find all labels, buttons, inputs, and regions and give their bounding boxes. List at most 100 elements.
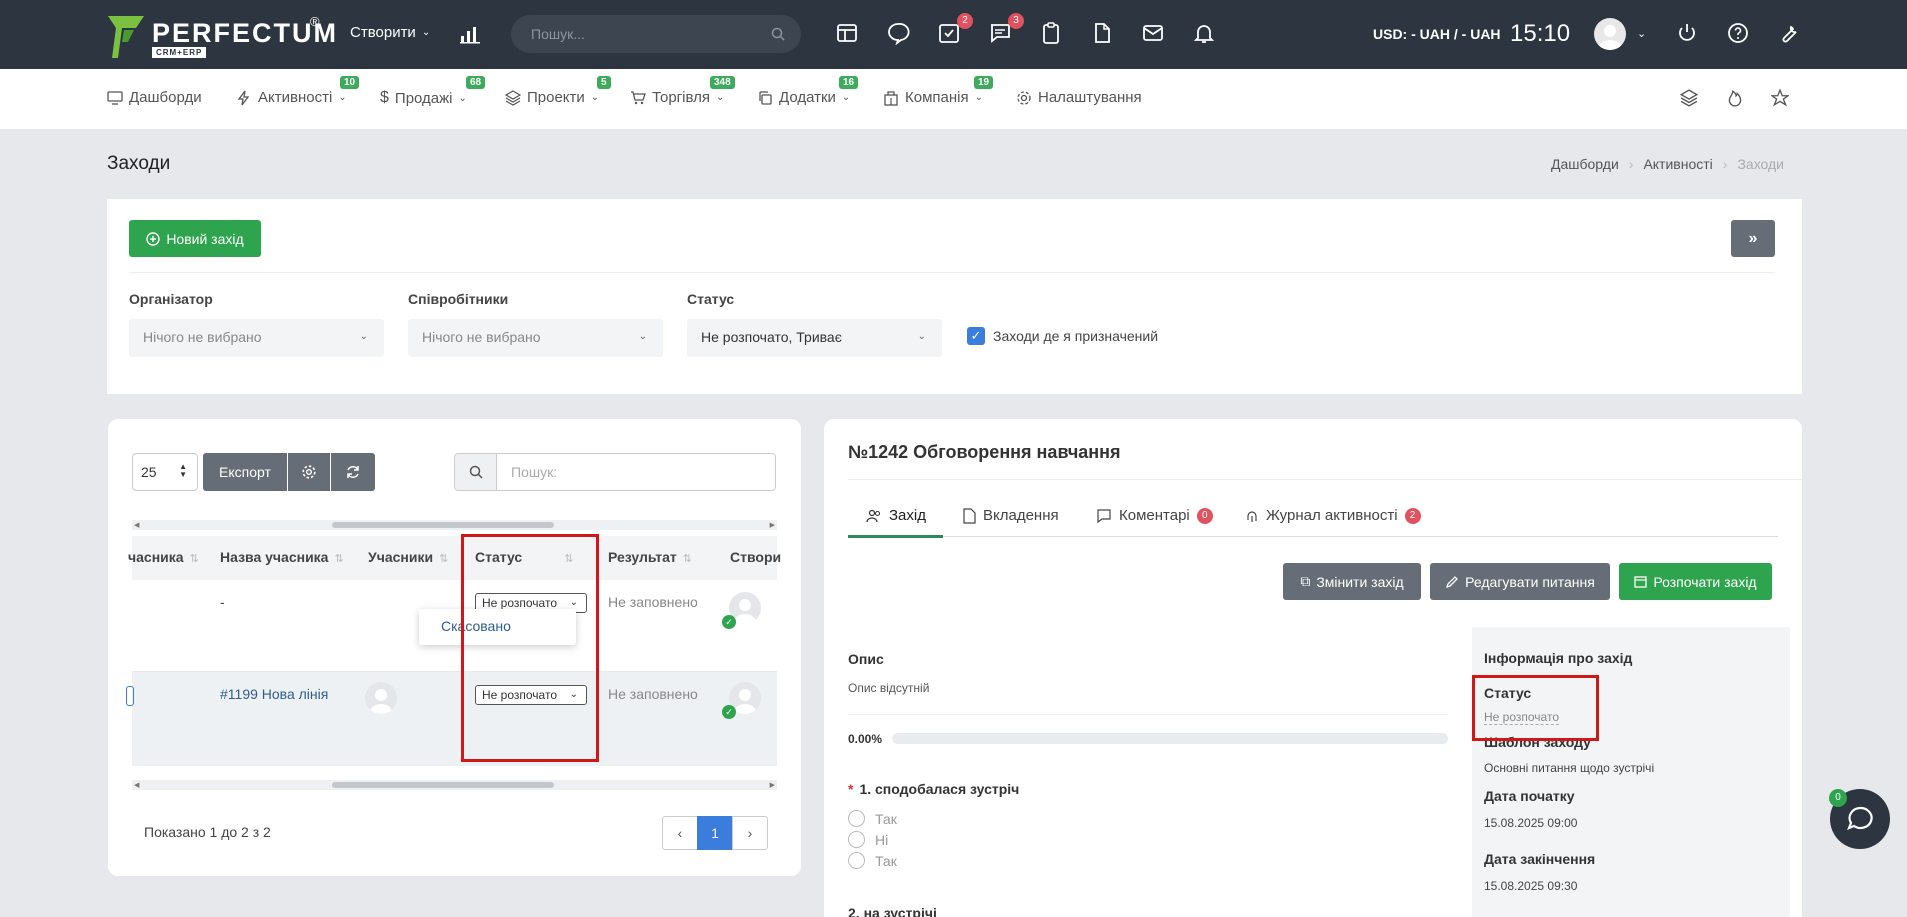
description-label: Опис xyxy=(848,651,884,667)
nav-item-dashboards[interactable]: Дашборди xyxy=(107,89,202,106)
event-title: №1242 Обговорення навчання xyxy=(848,442,1121,462)
pagination-next[interactable]: › xyxy=(732,816,768,850)
status-filter-select[interactable]: Не розпочато, Триває ⌄ xyxy=(687,319,942,357)
logo[interactable]: PERFECTUM ® CRM+ERP xyxy=(106,14,336,60)
help-icon[interactable] xyxy=(1726,21,1752,47)
layers-icon[interactable] xyxy=(1680,89,1698,107)
change-event-button[interactable]: ⧉ Змінити захід xyxy=(1283,563,1421,600)
nav-label: Продажі xyxy=(394,89,453,107)
start-event-button[interactable]: Розпочати захід xyxy=(1619,563,1772,600)
highlight-box xyxy=(461,534,599,762)
horizontal-scrollbar-bottom[interactable]: ◀ ▶ xyxy=(132,780,777,790)
scroll-right-icon[interactable]: ▶ xyxy=(770,521,775,529)
star-icon[interactable] xyxy=(1771,89,1789,107)
assigned-checkbox[interactable]: ✓ xyxy=(967,327,985,345)
nav-item-sales[interactable]: $ Продажі ⌄ 68 xyxy=(380,76,486,107)
nav-item-company[interactable]: Компанія ⌄ 19 xyxy=(883,76,994,106)
edit-questions-button[interactable]: Редагувати питання xyxy=(1430,563,1610,600)
breadcrumb-item[interactable]: Дашборди xyxy=(1551,156,1619,172)
bell-icon[interactable] xyxy=(1192,21,1218,47)
scrollbar-thumb[interactable] xyxy=(332,522,554,528)
scroll-left-icon[interactable]: ◀ xyxy=(134,781,139,789)
sort-icon[interactable]: ⇅ xyxy=(439,553,448,565)
table-row[interactable]: #1199 Нова лінія Не розпочато ⌄ Не запов… xyxy=(126,672,777,766)
tabs-underline xyxy=(848,536,1778,537)
users-icon xyxy=(866,509,881,522)
sort-icon[interactable]: ⇅ xyxy=(683,553,692,565)
mail-icon[interactable] xyxy=(1141,21,1167,47)
sort-icon[interactable]: ⇅ xyxy=(190,553,199,565)
refresh-button[interactable] xyxy=(331,453,375,491)
calendar-icon[interactable] xyxy=(835,21,861,47)
file-icon[interactable] xyxy=(1090,21,1116,47)
user-menu-chevron-icon[interactable]: ⌄ xyxy=(1637,27,1646,40)
column-header[interactable]: Учасники ⇅ xyxy=(368,549,448,565)
nav-item-addons[interactable]: Додатки ⌄ 16 xyxy=(757,76,859,106)
table-header: часника ⇅ Назва учасника ⇅ Учасники ⇅ Стату… xyxy=(128,536,781,580)
tab-comments[interactable]: Коментарі 0 xyxy=(1096,507,1213,524)
tab-attachments[interactable]: Вкладення xyxy=(962,507,1059,524)
employees-select[interactable]: Нічого не вибрано ⌄ xyxy=(408,319,663,357)
breadcrumb-item[interactable]: Активності xyxy=(1643,156,1712,172)
refresh-icon xyxy=(347,466,359,478)
progress-value: 0.00% xyxy=(848,732,883,746)
fire-icon[interactable] xyxy=(1726,89,1744,107)
column-header[interactable]: Результат ⇅ xyxy=(608,549,692,565)
nav-item-projects[interactable]: Проекти ⌄ 5 xyxy=(505,76,611,106)
wrench-icon[interactable] xyxy=(1777,21,1803,47)
cart-icon xyxy=(631,90,646,104)
page-size-select[interactable]: 25 ▲ ▼ xyxy=(132,453,198,491)
chevron-down-icon: ⌄ xyxy=(338,92,347,103)
organizer-select[interactable]: Нічого не вибрано ⌄ xyxy=(129,319,384,357)
chevron-down-icon: ⌄ xyxy=(421,27,431,38)
logo-icon xyxy=(108,16,144,58)
radio-option[interactable]: Так xyxy=(848,810,897,827)
tab-event[interactable]: Захід xyxy=(866,507,926,524)
check-icon: ✓ xyxy=(722,705,736,719)
messages-icon[interactable]: 3 xyxy=(988,13,1024,47)
nav-item-activities[interactable]: Активності ⌄ 10 xyxy=(236,76,360,106)
horizontal-scrollbar-top[interactable]: ◀ ▶ xyxy=(132,520,777,530)
row-select-checkbox[interactable] xyxy=(126,686,134,706)
export-button[interactable]: Експорт xyxy=(203,453,287,491)
clipboard-icon[interactable] xyxy=(1039,21,1065,47)
radio-option[interactable]: Ні xyxy=(848,831,888,848)
new-event-button[interactable]: Новий захід xyxy=(129,220,261,257)
participant-name-link[interactable]: #1199 Нова лінія xyxy=(220,686,328,702)
scroll-right-icon[interactable]: ▶ xyxy=(770,781,775,789)
pagination-prev[interactable]: ‹ xyxy=(662,816,698,850)
create-menu[interactable]: Створити ⌄ xyxy=(350,24,430,41)
column-header[interactable]: часника ⇅ xyxy=(128,549,199,565)
employees-value: Нічого не вибрано xyxy=(422,329,541,345)
scrollbar-thumb[interactable] xyxy=(332,782,554,788)
chat-icon[interactable] xyxy=(886,21,912,47)
sort-icon[interactable]: ⇅ xyxy=(334,553,343,565)
pagination-page[interactable]: 1 xyxy=(697,816,733,850)
expand-button[interactable]: » xyxy=(1731,220,1775,257)
chevron-down-icon: ⌄ xyxy=(458,92,467,104)
chevron-down-icon: ⌄ xyxy=(590,92,600,103)
search-icon xyxy=(455,454,497,490)
column-header[interactable]: Назва учасника ⇅ xyxy=(220,549,344,565)
nav-item-settings[interactable]: Налаштування xyxy=(1016,89,1142,106)
nav-label: Дашборди xyxy=(129,89,202,106)
user-avatar[interactable] xyxy=(1594,18,1626,50)
table-search-input[interactable]: Пошук: xyxy=(454,453,776,491)
radio-option[interactable]: Так xyxy=(848,852,897,869)
result-value: Не заповнено xyxy=(608,594,698,610)
organizer-value: Нічого не вибрано xyxy=(143,329,262,345)
scroll-left-icon[interactable]: ◀ xyxy=(134,521,139,529)
power-icon[interactable] xyxy=(1675,21,1701,47)
calendar-icon xyxy=(1634,576,1648,588)
logo-subtitle: CRM+ERP xyxy=(152,47,207,58)
tasks-icon[interactable]: 2 xyxy=(937,13,973,47)
nav-label: Торгівля xyxy=(652,89,710,106)
assigned-label[interactable]: Заходи де я призначений xyxy=(993,328,1158,344)
tab-activity-log[interactable]: Журнал активності 2 xyxy=(1245,507,1421,524)
nav-item-trade[interactable]: Торгівля ⌄ 348 xyxy=(630,76,735,106)
top-search-input[interactable]: Пошук... xyxy=(511,15,801,53)
table-settings-button[interactable] xyxy=(288,453,330,491)
stats-icon[interactable] xyxy=(460,24,480,44)
column-header[interactable]: Створи xyxy=(730,549,781,565)
top-search-placeholder: Пошук... xyxy=(531,26,585,42)
